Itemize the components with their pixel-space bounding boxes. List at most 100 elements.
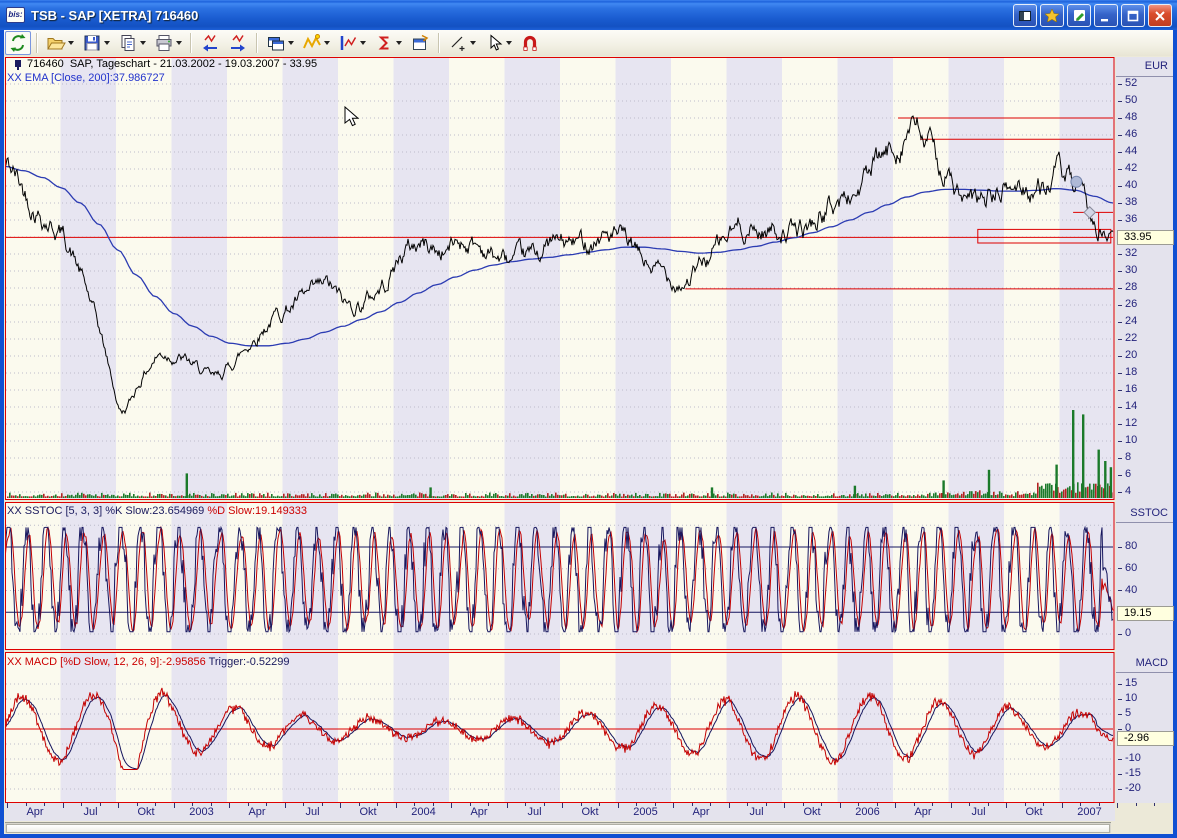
time-axis-label: Okt: [568, 806, 612, 818]
minimize-button[interactable]: [1094, 4, 1118, 27]
time-axis-tick: [63, 803, 64, 808]
maximize-button[interactable]: [1121, 4, 1145, 27]
axis-tick-mark: [1118, 568, 1122, 569]
time-axis-tick: [118, 803, 119, 808]
indicator-sum-button[interactable]: [371, 31, 405, 55]
dropdown-arrow-icon[interactable]: [68, 41, 74, 45]
axis-tick-mark: [1118, 458, 1122, 459]
time-axis[interactable]: AprJulOkt2003AprJulOkt2004AprJulOkt2005A…: [5, 803, 1115, 821]
sstoc-value-marker: 19.15: [1117, 606, 1174, 621]
refresh-button[interactable]: [5, 31, 31, 55]
price-chart-panel[interactable]: [5, 57, 1115, 500]
macd-axis-label: MACD: [1136, 657, 1168, 669]
axis-tick-label: 24: [1125, 315, 1137, 328]
save-icon: [82, 33, 102, 53]
axis-tick-mark: [1118, 407, 1122, 408]
dropdown-arrow-icon[interactable]: [140, 41, 146, 45]
toolbar-separator: [36, 33, 38, 53]
sstoc-axis-label: SSTOC: [1130, 507, 1168, 519]
favorites-button[interactable]: [1040, 4, 1064, 27]
time-axis-label: Jul: [513, 806, 557, 818]
magnet-icon: [520, 33, 540, 53]
time-axis-label: Jul: [735, 806, 779, 818]
dropdown-arrow-icon[interactable]: [176, 41, 182, 45]
sstoc-chart-panel[interactable]: [5, 502, 1115, 650]
axis-tick-mark: [1118, 254, 1122, 255]
axis-tick-label: 10: [1125, 434, 1137, 447]
axis-tick-mark: [1118, 684, 1122, 685]
axis-tick-label: 44: [1125, 145, 1137, 158]
chart-forward-button[interactable]: [225, 31, 251, 55]
axis-tick-mark: [1118, 84, 1122, 85]
time-axis-tick: [285, 803, 286, 808]
dropdown-arrow-icon[interactable]: [470, 41, 476, 45]
macd-chart-panel[interactable]: [5, 652, 1115, 803]
time-axis-minor-tick: [1154, 803, 1155, 806]
horizontal-scrollbar[interactable]: [5, 822, 1111, 833]
window-title: TSB - SAP [XETRA] 716460: [31, 8, 198, 23]
magnet-button[interactable]: [517, 31, 543, 55]
axis-tick-label: 20: [1125, 349, 1137, 362]
axis-separator: [1116, 672, 1173, 673]
dropdown-arrow-icon[interactable]: [104, 41, 110, 45]
copy-button[interactable]: [115, 31, 149, 55]
annotation-circle: [1071, 176, 1082, 187]
time-axis-minor-tick: [1136, 803, 1137, 806]
edit-button[interactable]: [1067, 4, 1091, 27]
indicator-add-button[interactable]: [299, 31, 333, 55]
minimize-icon: [1100, 10, 1112, 22]
window-layout-icon: [266, 33, 286, 53]
axis-tick-label: 46: [1125, 128, 1137, 141]
axis-tick-label: 16: [1125, 383, 1137, 396]
axis-tick-label: 38: [1125, 196, 1137, 209]
time-axis-tick: [562, 803, 563, 808]
open-button[interactable]: [43, 31, 77, 55]
axis-tick-mark: [1118, 714, 1122, 715]
chart-title-text: 716460 SAP, Tageschart - 21.03.2002 - 19…: [27, 58, 317, 70]
dropdown-arrow-icon[interactable]: [360, 41, 366, 45]
title-bar[interactable]: bis: TSB - SAP [XETRA] 716460: [0, 0, 1177, 30]
axis-tick-mark: [1118, 475, 1122, 476]
dropdown-arrow-icon[interactable]: [506, 41, 512, 45]
axis-tick-mark: [1118, 373, 1122, 374]
copy-icon: [118, 33, 138, 53]
time-axis-label: Apr: [457, 806, 501, 818]
draw-line-button[interactable]: [445, 31, 479, 55]
pointer-button[interactable]: [481, 31, 515, 55]
dropdown-arrow-icon[interactable]: [324, 41, 330, 45]
chart-back-button[interactable]: [197, 31, 223, 55]
axis-tick-mark: [1118, 547, 1122, 548]
app-icon: bis:: [6, 7, 25, 23]
pencil-icon: [1073, 9, 1086, 22]
axis-tick-label: 14: [1125, 400, 1137, 413]
refresh-icon: [8, 33, 28, 53]
print-button[interactable]: [151, 31, 185, 55]
time-axis-tick: [229, 803, 230, 808]
properties-button[interactable]: [407, 31, 433, 55]
chart-forward-icon: [228, 33, 248, 53]
dropdown-arrow-icon[interactable]: [396, 41, 402, 45]
time-axis-label: Okt: [346, 806, 390, 818]
axis-tick-mark: [1118, 390, 1122, 391]
chart-type-icon: [338, 33, 358, 53]
window-panels-button[interactable]: [1013, 4, 1037, 27]
time-axis-tick: [7, 803, 8, 808]
time-axis-label: 2004: [402, 806, 446, 818]
draw-line-icon: [448, 33, 468, 53]
axis-tick-mark: [1118, 699, 1122, 700]
time-axis-tick: [340, 803, 341, 808]
axis-tick-label: 15: [1125, 677, 1137, 690]
chart-type-button[interactable]: [335, 31, 369, 55]
save-button[interactable]: [79, 31, 113, 55]
window-layout-button[interactable]: [263, 31, 297, 55]
axis-tick-label: 0: [1125, 627, 1131, 640]
app-window: bis: TSB - SAP [XETRA] 716460: [0, 0, 1177, 838]
axis-tick-label: 28: [1125, 281, 1137, 294]
axis-tick-label: 12: [1125, 417, 1137, 430]
axis-tick-label: 8: [1125, 451, 1131, 464]
axis-tick-mark: [1118, 774, 1122, 775]
dropdown-arrow-icon[interactable]: [288, 41, 294, 45]
price-axis-gutter[interactable]: EUR SSTOC MACD 5250484644424038363230282…: [1116, 57, 1173, 803]
scrollbar-thumb[interactable]: [6, 824, 1110, 833]
close-button[interactable]: [1148, 4, 1172, 27]
